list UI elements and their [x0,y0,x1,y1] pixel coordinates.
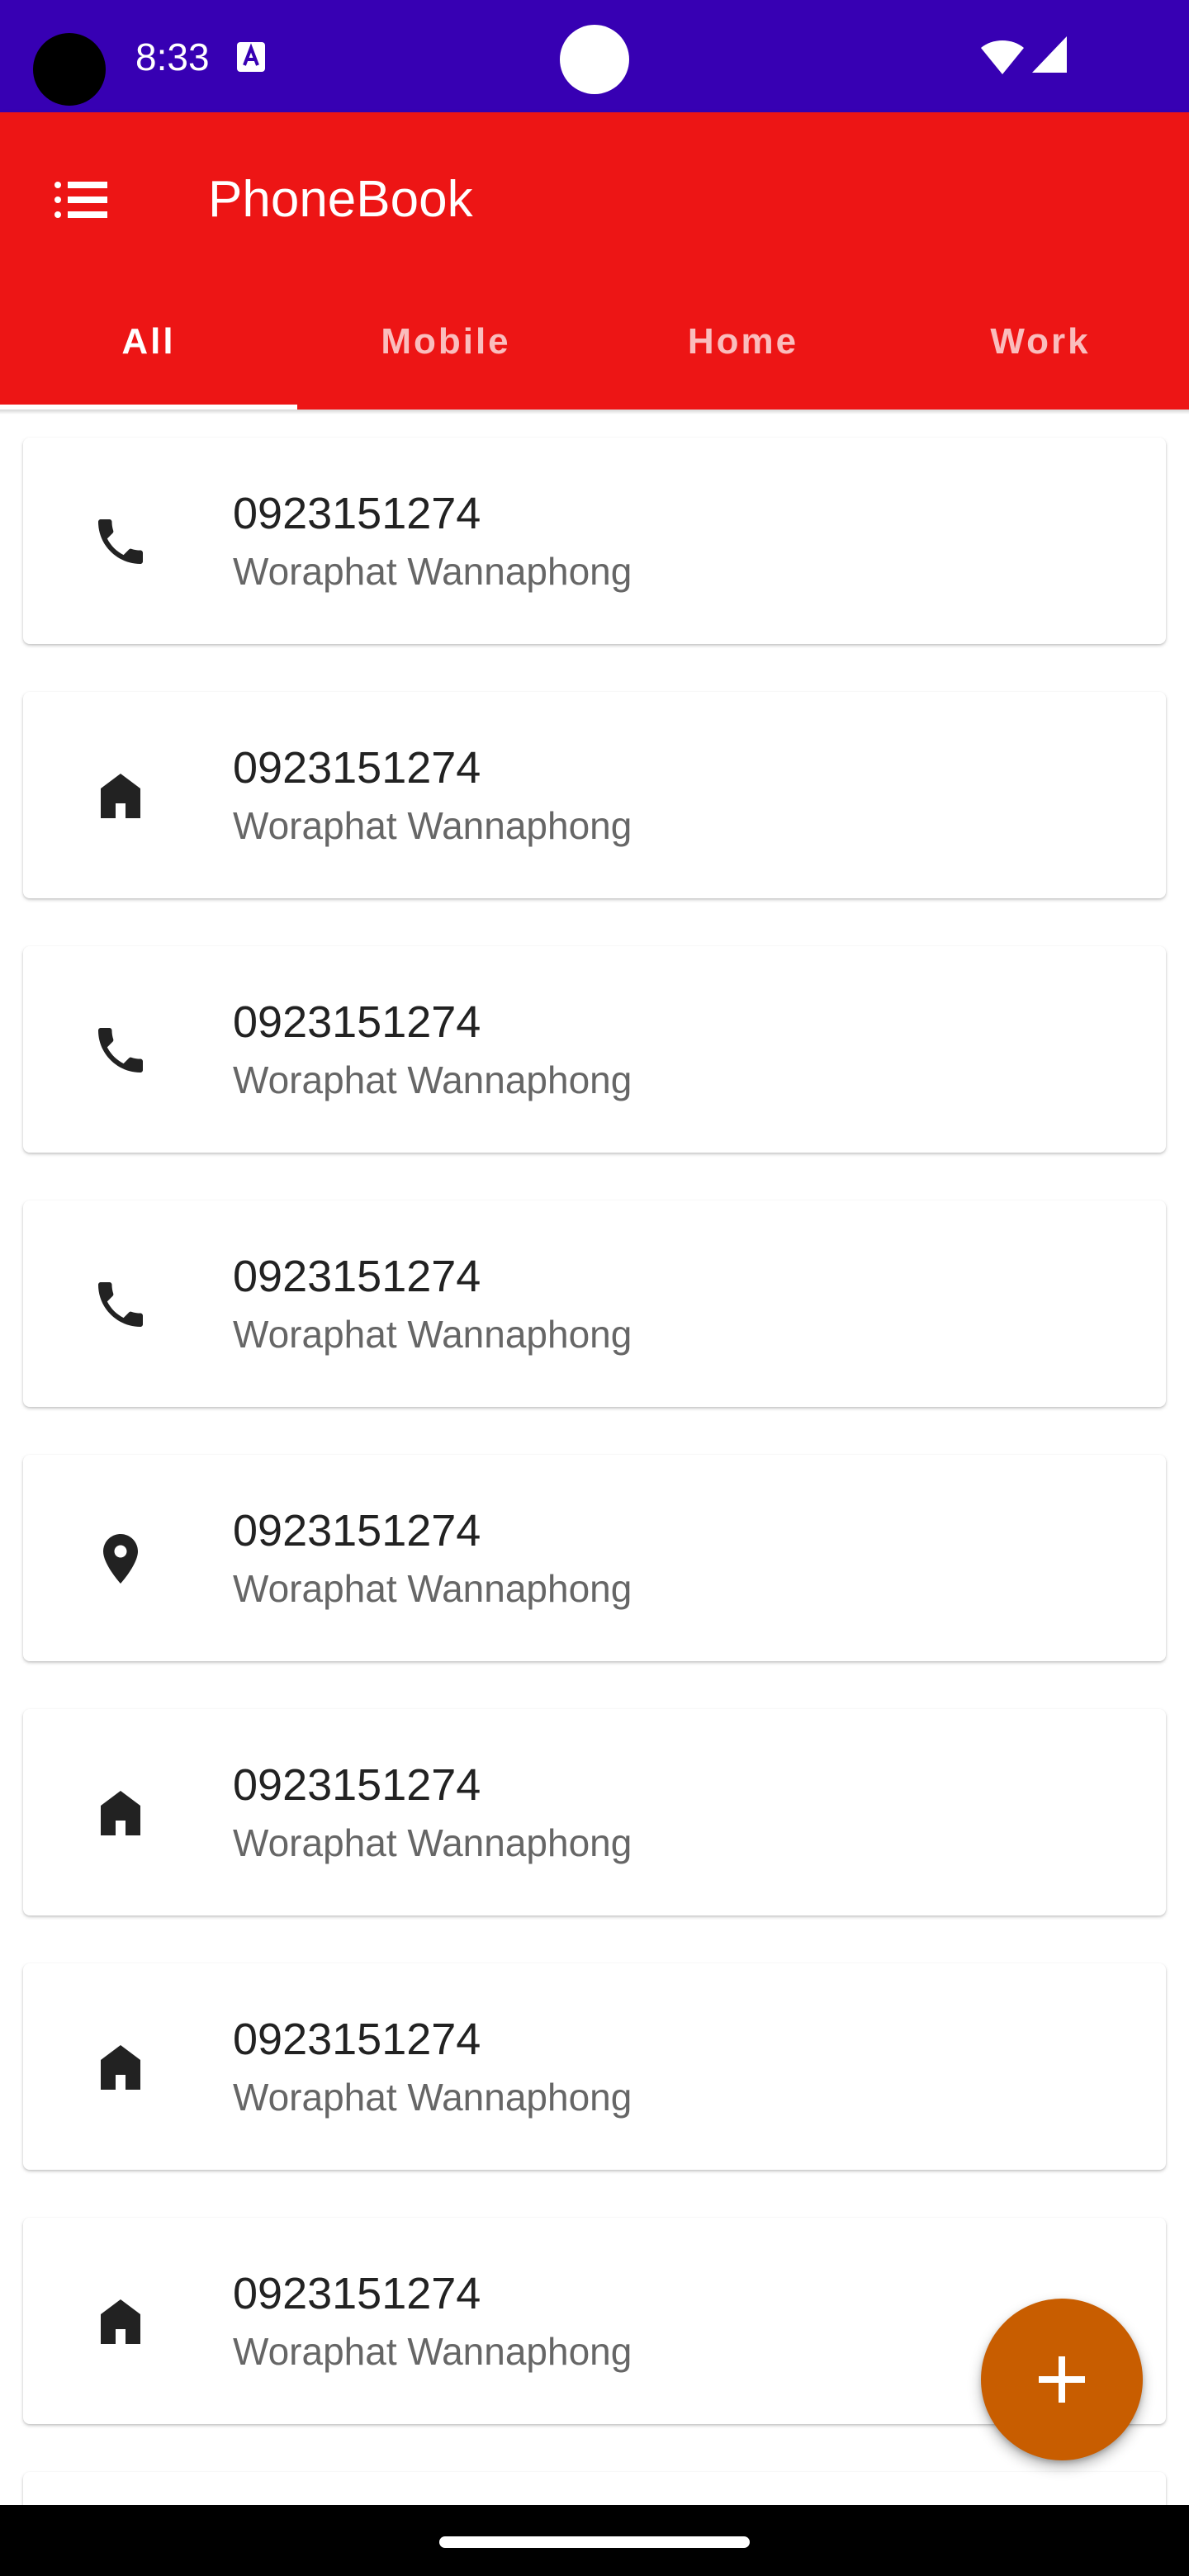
contact-number: 0923151274 [233,2269,481,2318]
list-menu-icon [54,182,107,218]
contact-name: Woraphat Wannaphong [233,1058,632,1101]
home-icon [101,2045,140,2090]
phone-icon [98,1028,143,1073]
app-title: PhoneBook [208,171,473,228]
status-time: 8:33 [135,36,210,78]
tab-home[interactable]: Home [594,274,892,410]
camera-cutout [33,33,106,106]
contact-list[interactable]: 0923151274 Woraphat Wannaphong 092315127… [0,410,1189,2505]
text-input-icon [237,42,265,72]
contact-card[interactable]: 0923151274 Woraphat Wannaphong [23,438,1166,644]
wifi-icon [981,40,1024,74]
cell-signal-icon [1032,36,1067,73]
tab-bar: All Mobile Home Work [0,274,1189,410]
phone-icon [98,519,143,564]
contact-name: Woraphat Wannaphong [233,2330,632,2373]
home-icon [101,1791,140,1835]
home-icon [101,774,140,818]
contact-card[interactable]: 0923151274 Woraphat Wannaphong [23,1455,1166,1661]
contact-number: 0923151274 [233,1506,481,1556]
contact-name: Woraphat Wannaphong [233,550,632,593]
tab-mobile[interactable]: Mobile [297,274,594,410]
contact-name: Woraphat Wannaphong [233,1821,632,1864]
status-indicator-dot [560,25,629,94]
add-contact-button[interactable] [981,2299,1143,2460]
contact-number: 0923151274 [233,743,481,793]
contact-number: 0923151274 [233,2015,481,2064]
contact-name: Woraphat Wannaphong [233,1567,632,1610]
contact-name: Woraphat Wannaphong [233,804,632,847]
contact-card-partial[interactable] [23,2472,1166,2505]
location-pin-icon [103,1534,138,1584]
contact-card[interactable]: 0923151274 Woraphat Wannaphong [23,1963,1166,2170]
contact-card[interactable]: 0923151274 Woraphat Wannaphong [23,1200,1166,1407]
plus-icon [1039,2356,1085,2403]
contact-name: Woraphat Wannaphong [233,2076,632,2119]
phone-icon [98,1282,143,1327]
contact-number: 0923151274 [233,489,481,538]
contact-card[interactable]: 0923151274 Woraphat Wannaphong [23,1709,1166,1915]
contact-number: 0923151274 [233,997,481,1047]
home-icon [101,2299,140,2344]
contact-card[interactable]: 0923151274 Woraphat Wannaphong [23,946,1166,1153]
menu-button[interactable] [36,157,126,243]
home-gesture-handle[interactable] [439,2536,750,2548]
contact-number: 0923151274 [233,1760,481,1810]
status-bar: 8:33 [0,0,1189,112]
contact-number: 0923151274 [233,1252,481,1301]
contact-name: Woraphat Wannaphong [233,1313,632,1356]
tab-work[interactable]: Work [892,274,1189,410]
navigation-bar [0,2505,1189,2576]
contact-card[interactable]: 0923151274 Woraphat Wannaphong [23,692,1166,898]
app-bar: PhoneBook [0,112,1189,274]
tab-all[interactable]: All [0,274,297,410]
